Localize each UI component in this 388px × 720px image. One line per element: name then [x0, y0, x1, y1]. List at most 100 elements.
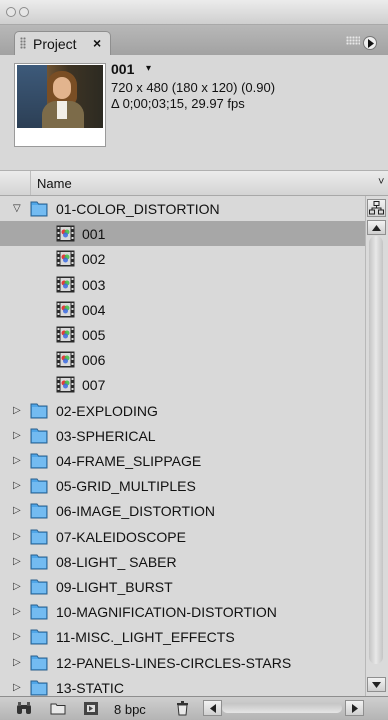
disclosure-closed-icon[interactable]: ▷ [13, 531, 21, 542]
tab-project-label: Project [33, 36, 77, 52]
disclosure-closed-icon[interactable]: ▷ [13, 556, 21, 567]
drag-grip-icon[interactable] [20, 37, 26, 49]
name-column-header[interactable]: Name [37, 176, 72, 191]
disclosure-closed-icon[interactable]: ▷ [13, 480, 21, 491]
folder-icon [29, 602, 49, 625]
composition-icon [56, 225, 75, 247]
folder-label: 02-EXPLODING [56, 402, 158, 419]
disclosure-closed-icon[interactable]: ▷ [13, 581, 21, 592]
folder-row[interactable]: ▷ 05-GRID_MULTIPLES [0, 473, 365, 498]
composition-icon [56, 326, 75, 348]
item-thumbnail [14, 63, 106, 147]
new-composition-icon[interactable] [83, 701, 99, 720]
disclosure-closed-icon[interactable]: ▷ [13, 657, 21, 668]
vertical-scrollbar[interactable] [365, 196, 388, 696]
window-close-button[interactable] [6, 7, 16, 17]
folder-icon [29, 199, 49, 222]
composition-row[interactable]: 003 [0, 272, 365, 297]
composition-label: 005 [82, 327, 106, 343]
panel-drag-grip-icon[interactable] [346, 36, 360, 45]
folder-row[interactable]: ▷ 08-LIGHT_ SABER [0, 549, 365, 574]
find-binoculars-icon[interactable] [16, 701, 32, 720]
disclosure-closed-icon[interactable]: ▷ [13, 455, 21, 466]
column-header: Name ˅ [0, 170, 388, 196]
folder-label: 05-GRID_MULTIPLES [56, 478, 196, 495]
folder-row[interactable]: ▽ 01-COLOR_DISTORTION [0, 196, 365, 221]
panel-footer-toolbar: 8 bpc [0, 696, 388, 720]
folder-row[interactable]: ▷ 07-KALEIDOSCOPE [0, 524, 365, 549]
left-arrow-icon [210, 704, 216, 713]
disclosure-open-icon[interactable]: ▽ [13, 203, 21, 214]
disclosure-closed-icon[interactable]: ▷ [13, 505, 21, 516]
composition-row[interactable]: 007 [0, 372, 365, 397]
composition-icon [56, 276, 75, 298]
down-arrow-icon [372, 682, 381, 688]
flowchart-button[interactable] [367, 199, 386, 217]
new-folder-icon[interactable] [50, 701, 66, 720]
scroll-down-button[interactable] [367, 677, 386, 692]
folder-row[interactable]: ▷ 09-LIGHT_BURST [0, 574, 365, 599]
trash-icon[interactable] [176, 701, 189, 720]
horizontal-scroll-track[interactable] [222, 703, 342, 713]
folder-icon [29, 627, 49, 650]
item-info-area: 001 ▾ 720 x 480 (180 x 120) (0.90) Δ 0;0… [0, 55, 388, 170]
project-panel-window: Project × 001 ▾ 720 x 480 (180 x 120) (0… [0, 0, 388, 720]
folder-row[interactable]: ▷ 06-IMAGE_DISTORTION [0, 498, 365, 523]
panel-menu-button[interactable] [363, 36, 377, 50]
composition-row[interactable]: 004 [0, 297, 365, 322]
folder-icon [29, 577, 49, 600]
window-minimize-button[interactable] [19, 7, 29, 17]
thumbnail-image [17, 65, 103, 128]
disclosure-closed-icon[interactable]: ▷ [13, 405, 21, 416]
composition-label: 004 [82, 301, 106, 318]
disclosure-closed-icon[interactable]: ▷ [13, 430, 21, 441]
label-column-header[interactable] [0, 171, 31, 195]
folder-icon [29, 501, 49, 524]
panel-tab-bar: Project × [0, 25, 388, 55]
right-arrow-icon [352, 704, 358, 713]
folder-row[interactable]: ▷ 12-PANELS-LINES-CIRCLES-STARS [0, 650, 365, 675]
composition-label: 006 [82, 352, 106, 369]
composition-icon [56, 351, 75, 373]
flowchart-icon [369, 201, 384, 215]
folder-label: 06-IMAGE_DISTORTION [56, 503, 215, 520]
scroll-right-button[interactable] [345, 700, 364, 716]
composition-label: 001 [82, 226, 106, 243]
folder-icon [29, 476, 49, 499]
scroll-left-button[interactable] [203, 700, 222, 716]
disclosure-closed-icon[interactable]: ▷ [13, 606, 21, 617]
composition-icon [56, 250, 75, 272]
folder-row[interactable]: ▷ 03-SPHERICAL [0, 423, 365, 448]
composition-row[interactable]: 001 [0, 221, 365, 247]
item-dropdown-caret[interactable]: ▾ [146, 63, 151, 74]
folder-row[interactable]: ▷ 13-STATIC [0, 675, 365, 696]
composition-label: 003 [82, 276, 106, 293]
sort-chevron-icon[interactable]: ˅ [378, 176, 384, 188]
tab-project[interactable]: Project × [14, 31, 111, 55]
folder-icon [29, 653, 49, 676]
folder-icon [29, 527, 49, 550]
scroll-up-button[interactable] [367, 220, 386, 235]
folder-row[interactable]: ▷ 02-EXPLODING [0, 398, 365, 423]
composition-row[interactable]: 002 [0, 246, 365, 271]
up-arrow-icon [372, 225, 381, 231]
folder-icon [29, 678, 49, 696]
composition-row[interactable]: 005 [0, 322, 365, 347]
folder-icon [29, 401, 49, 424]
bit-depth-button[interactable]: 8 bpc [114, 702, 146, 717]
tab-close-button[interactable]: × [93, 35, 101, 51]
disclosure-closed-icon[interactable]: ▷ [13, 682, 21, 693]
folder-label: 11-MISC._LIGHT_EFFECTS [56, 629, 235, 646]
composition-row[interactable]: 006 [0, 347, 365, 372]
scroll-track[interactable] [369, 236, 383, 664]
disclosure-closed-icon[interactable]: ▷ [13, 631, 21, 642]
folder-row[interactable]: ▷ 11-MISC._LIGHT_EFFECTS [0, 624, 365, 649]
folder-label: 01-COLOR_DISTORTION [56, 201, 220, 217]
folder-row[interactable]: ▷ 04-FRAME_SLIPPAGE [0, 448, 365, 473]
item-name: 001 [111, 61, 135, 77]
folder-label: 10-MAGNIFICATION-DISTORTION [56, 604, 277, 621]
folder-label: 04-FRAME_SLIPPAGE [56, 453, 202, 469]
folder-row[interactable]: ▷ 10-MAGNIFICATION-DISTORTION [0, 599, 365, 624]
composition-label: 002 [82, 251, 106, 268]
folder-icon [29, 552, 49, 575]
